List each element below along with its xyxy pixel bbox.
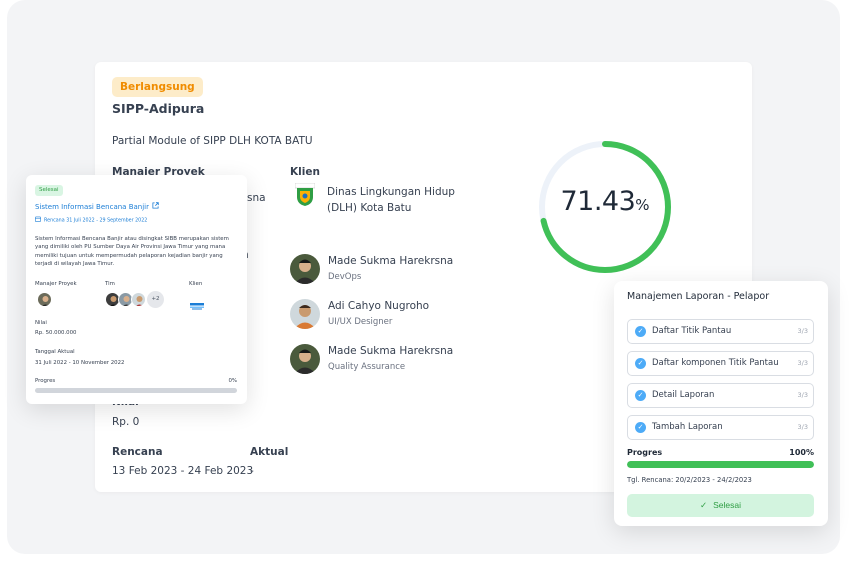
team-avatar	[131, 292, 146, 307]
task-count: 3/3	[797, 359, 808, 367]
calendar-icon	[35, 216, 41, 224]
plan-label: Rencana	[112, 446, 163, 458]
check-circle-icon: ✓	[635, 358, 646, 369]
client-label: Klien	[290, 166, 320, 178]
actual-dates: -	[250, 465, 254, 477]
progress-label: Progres	[627, 448, 663, 457]
report-management-card: Manajemen Laporan - Pelapor ✓ Daftar Tit…	[614, 281, 828, 526]
task-count: 3/3	[797, 391, 808, 399]
manager-avatar	[37, 292, 52, 307]
done-button[interactable]: ✓ Selesai	[627, 494, 814, 517]
check-circle-icon: ✓	[635, 326, 646, 337]
project-title: Sistem Informasi Bencana Banjir	[35, 203, 149, 211]
manager-name-partial: sna	[247, 192, 266, 204]
progress-bar	[35, 388, 237, 393]
actual-date-value: 31 Juli 2022 - 10 November 2022	[35, 360, 125, 366]
card-title: Manajemen Laporan - Pelapor	[627, 291, 770, 302]
progress-bar-fill	[627, 461, 814, 468]
check-circle-icon: ✓	[635, 422, 646, 433]
task-label: Detail Laporan	[652, 390, 715, 400]
actual-label: Aktual	[250, 446, 289, 458]
task-label: Tambah Laporan	[652, 422, 723, 432]
progress-value: 100%	[789, 448, 814, 457]
task-item[interactable]: ✓ Detail Laporan 3/3	[627, 383, 814, 408]
task-label: Daftar komponen Titik Pantau	[652, 358, 779, 368]
team-more-badge[interactable]: +2	[147, 291, 164, 308]
team-member: Made Sukma Harekrsna DevOps	[290, 254, 510, 286]
progress-label: Progres	[35, 378, 56, 384]
task-item[interactable]: ✓ Daftar komponen Titik Pantau 3/3	[627, 351, 814, 376]
planned-dates-text: Rencana 31 Juli 2022 - 29 September 2022	[44, 218, 148, 224]
progress-number: 71.43	[560, 186, 636, 217]
avatar	[290, 344, 320, 374]
member-name: Made Sukma Harekrsna	[328, 345, 454, 357]
progress-unit: %	[635, 196, 650, 214]
team-label: Tim	[105, 281, 115, 287]
task-label: Daftar Titik Pantau	[652, 326, 732, 336]
project-description: Partial Module of SIPP DLH KOTA BATU	[112, 135, 313, 147]
status-badge: Berlangsung	[112, 77, 203, 97]
status-badge: Selesai	[35, 185, 63, 196]
value-amount: Rp. 0	[112, 416, 140, 428]
client-label: Klien	[189, 281, 203, 287]
actual-date-label: Tanggal Aktual	[35, 349, 75, 355]
member-role: DevOps	[328, 272, 362, 282]
avatar	[290, 254, 320, 284]
client-logo-icon	[190, 295, 204, 314]
project-card-sibb[interactable]: Selesai Sistem Informasi Bencana Banjir …	[26, 175, 247, 404]
progress-bar	[627, 461, 814, 468]
team-member: Adi Cahyo Nugroho UI/UX Designer	[290, 299, 510, 331]
done-button-label: Selesai	[713, 500, 741, 510]
member-role: Quality Assurance	[328, 362, 406, 372]
member-name: Adi Cahyo Nugroho	[328, 300, 430, 312]
task-count: 3/3	[797, 327, 808, 335]
check-circle-icon: ✓	[635, 390, 646, 401]
avatar	[290, 299, 320, 329]
member-name: Made Sukma Harekrsna	[328, 255, 454, 267]
project-description: Sistem Informasi Bencana Banjir atau dis…	[35, 236, 229, 268]
value-label: Nilai	[35, 320, 47, 326]
progress-percentage: 71.43%	[535, 186, 675, 217]
team-member: Made Sukma Harekrsna Quality Assurance	[290, 344, 510, 376]
task-count: 3/3	[797, 423, 808, 431]
external-link-icon[interactable]	[152, 202, 159, 211]
manager-label: Manajer Proyek	[35, 281, 77, 287]
progress-value: 0%	[228, 378, 237, 384]
task-item[interactable]: ✓ Tambah Laporan 3/3	[627, 415, 814, 440]
member-role: UI/UX Designer	[328, 317, 393, 327]
client-name: Dinas Lingkungan Hidup (DLH) Kota Batu	[327, 186, 455, 214]
check-icon: ✓	[699, 500, 708, 510]
client-logo-icon	[294, 182, 316, 207]
plan-dates: 13 Feb 2023 - 24 Feb 2023	[112, 465, 254, 477]
project-name: SIPP-Adipura	[112, 101, 205, 116]
task-item[interactable]: ✓ Daftar Titik Pantau 3/3	[627, 319, 814, 344]
planned-dates: Tgl. Rencana: 20/2/2023 - 24/2/2023	[627, 476, 752, 484]
value-amount: Rp. 50.000.000	[35, 330, 77, 336]
planned-dates: Rencana 31 Juli 2022 - 29 September 2022	[35, 216, 147, 224]
project-title-link[interactable]: Sistem Informasi Bencana Banjir	[35, 202, 159, 211]
